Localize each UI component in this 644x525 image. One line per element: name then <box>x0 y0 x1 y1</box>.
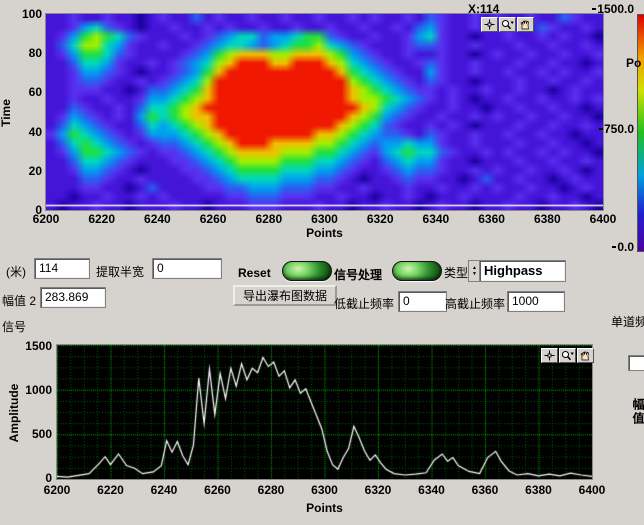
high-cutoff-label: 高截止频率 <box>445 295 505 312</box>
export-waterfall-button[interactable]: 导出瀑布图数据 <box>233 285 337 306</box>
zoom-tool-button[interactable] <box>499 17 516 32</box>
waterfall-xtick-label: 6380 <box>534 212 561 226</box>
signal-ytick-label: 500 <box>22 427 52 441</box>
crosshair-icon <box>543 350 556 361</box>
waterfall-ytick-label: 40 <box>12 125 42 139</box>
signal-xtick-label: 6280 <box>258 483 285 497</box>
position-unit-label: (米) <box>6 263 26 280</box>
signal-xtick-label: 6240 <box>151 483 178 497</box>
zoom-tool-button[interactable] <box>559 348 576 363</box>
crosshair-icon <box>483 19 496 30</box>
pan-tool-button[interactable] <box>577 348 594 363</box>
waterfall-ytick-label: 60 <box>12 85 42 99</box>
signal-xtick-label: 6400 <box>579 483 606 497</box>
waterfall-xtick-label: 6240 <box>144 212 171 226</box>
spinner-down-icon: ▼ <box>472 271 477 277</box>
position-value-field[interactable]: 114 <box>34 258 90 279</box>
single-channel-partial-label: 单道频 <box>611 313 644 330</box>
waterfall-ytick-label: 100 <box>12 7 42 21</box>
signal-process-button[interactable] <box>392 261 442 281</box>
signal-xtick-label: 6340 <box>418 483 445 497</box>
color-scale-ramp[interactable] <box>637 14 644 252</box>
waterfall-xtick-label: 6280 <box>255 212 282 226</box>
pan-icon <box>579 350 592 361</box>
colorbar-partial-title: Po <box>626 56 641 70</box>
signal-x-axis-title: Points <box>57 501 592 515</box>
reset-button[interactable] <box>282 261 332 281</box>
waterfall-xtick-label: 6340 <box>423 212 450 226</box>
reset-label: Reset <box>238 266 271 280</box>
zoom-icon <box>561 350 574 361</box>
colorbar-mid-label: 750.0 <box>592 122 634 136</box>
low-cutoff-field[interactable]: 0 <box>398 291 447 312</box>
waterfall-xtick-label: 6200 <box>33 212 60 226</box>
amplitude2-label: 幅值 2 <box>2 292 36 309</box>
signal-xtick-label: 6320 <box>365 483 392 497</box>
waterfall-graph-palette <box>481 17 534 32</box>
signal-y-axis-title: Amplitude <box>7 378 21 448</box>
cursor-readout: X:114 <box>468 2 538 16</box>
colorbar-min-label: 0.0 <box>592 240 634 254</box>
signal-xtick-label: 6380 <box>525 483 552 497</box>
high-cutoff-field[interactable]: 1000 <box>507 291 565 312</box>
waterfall-xtick-label: 6400 <box>590 212 617 226</box>
signal-ytick-label: 1000 <box>22 383 52 397</box>
waterfall-plot[interactable] <box>45 13 604 211</box>
waterfall-xtick-label: 6220 <box>88 212 115 226</box>
low-cutoff-label: 低截止频率 <box>334 295 394 312</box>
crosshair-tool-button[interactable] <box>481 17 498 32</box>
signal-graph-palette <box>541 348 594 363</box>
amplitude2-value-field[interactable]: 283.869 <box>40 287 106 308</box>
filter-type-ring[interactable]: Highpass <box>479 260 566 282</box>
signal-xtick-label: 6200 <box>44 483 71 497</box>
signal-xtick-label: 6360 <box>472 483 499 497</box>
signal-ytick-label: 1500 <box>22 339 52 353</box>
signal-chart-title: 信号 <box>2 318 26 335</box>
waterfall-xtick-label: 6260 <box>200 212 227 226</box>
colorbar-max-label: 1500.0 <box>592 2 634 16</box>
waterfall-ytick-label: 80 <box>12 46 42 60</box>
waterfall-xtick-label: 6320 <box>367 212 394 226</box>
signal-xtick-label: 6220 <box>97 483 124 497</box>
signal-xtick-label: 6260 <box>204 483 231 497</box>
filter-type-label: 类型 <box>444 264 468 281</box>
halfwidth-label: 提取半宽 <box>96 263 144 280</box>
halfwidth-value-field[interactable]: 0 <box>152 258 222 279</box>
labview-front-panel: Time 100806040200 6200622062406260628063… <box>0 0 644 525</box>
signal-xtick-label: 6300 <box>311 483 338 497</box>
signal-process-label: 信号处理 <box>334 266 382 283</box>
waterfall-xtick-label: 6300 <box>311 212 338 226</box>
waterfall-ytick-label: 20 <box>12 164 42 178</box>
waterfall-xtick-label: 6360 <box>478 212 505 226</box>
pan-tool-button[interactable] <box>517 17 534 32</box>
zoom-icon <box>501 19 514 30</box>
right-panel-vertical-label: 幅值 <box>630 398 644 426</box>
crosshair-tool-button[interactable] <box>541 348 558 363</box>
waterfall-x-axis-title: Points <box>46 226 603 240</box>
right-panel-partial-field[interactable] <box>628 355 644 371</box>
signal-plot[interactable] <box>56 344 593 480</box>
pan-icon <box>519 19 532 30</box>
